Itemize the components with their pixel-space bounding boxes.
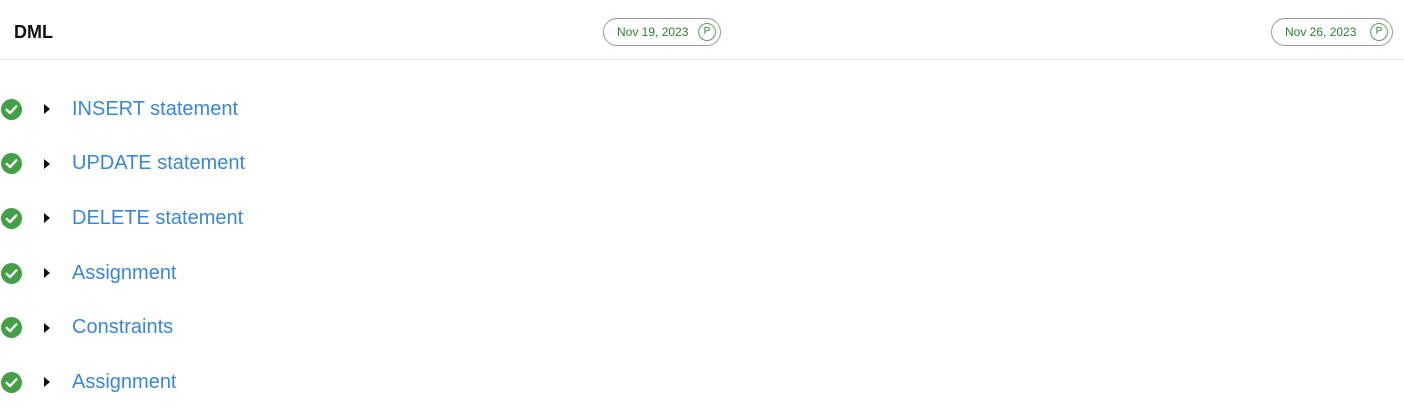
caret-right-icon[interactable] — [43, 158, 51, 169]
check-circle-icon — [1, 153, 22, 175]
topic-row: Assignment — [0, 355, 1404, 410]
check-circle-icon — [1, 317, 22, 339]
status-badge-start: P — [698, 23, 716, 41]
check-circle-icon — [1, 371, 22, 393]
topic-link[interactable]: UPDATE statement — [72, 152, 245, 175]
caret-right-icon[interactable] — [43, 268, 51, 279]
section-header: DML Nov 19, 2023 P Nov 26, 2023 P — [0, 0, 1404, 60]
topic-link[interactable]: INSERT statement — [72, 98, 238, 121]
caret-right-icon[interactable] — [43, 104, 51, 115]
caret-right-icon[interactable] — [43, 322, 51, 333]
check-circle-icon — [1, 98, 22, 120]
topic-row: Constraints — [0, 300, 1404, 355]
topic-list: INSERT statement UPDATE statement DELETE… — [0, 82, 1404, 410]
date-pill-end[interactable]: Nov 26, 2023 P — [1271, 18, 1393, 46]
topic-link[interactable]: Constraints — [72, 316, 173, 339]
date-pill-start[interactable]: Nov 19, 2023 P — [603, 18, 721, 46]
topic-link[interactable]: Assignment — [72, 371, 177, 394]
topic-link[interactable]: Assignment — [72, 262, 177, 285]
check-circle-icon — [1, 262, 22, 284]
topic-row: UPDATE statement — [0, 137, 1404, 192]
section-title: DML — [14, 22, 53, 42]
caret-right-icon[interactable] — [43, 377, 51, 388]
topic-row: DELETE statement — [0, 191, 1404, 246]
topic-link[interactable]: DELETE statement — [72, 207, 243, 230]
date-label-end: Nov 26, 2023 — [1285, 25, 1357, 39]
topic-row: INSERT statement — [0, 82, 1404, 137]
caret-right-icon[interactable] — [43, 213, 51, 224]
date-label-start: Nov 19, 2023 — [617, 25, 689, 39]
check-circle-icon — [1, 207, 22, 229]
status-badge-end: P — [1370, 23, 1388, 41]
topic-row: Assignment — [0, 246, 1404, 301]
